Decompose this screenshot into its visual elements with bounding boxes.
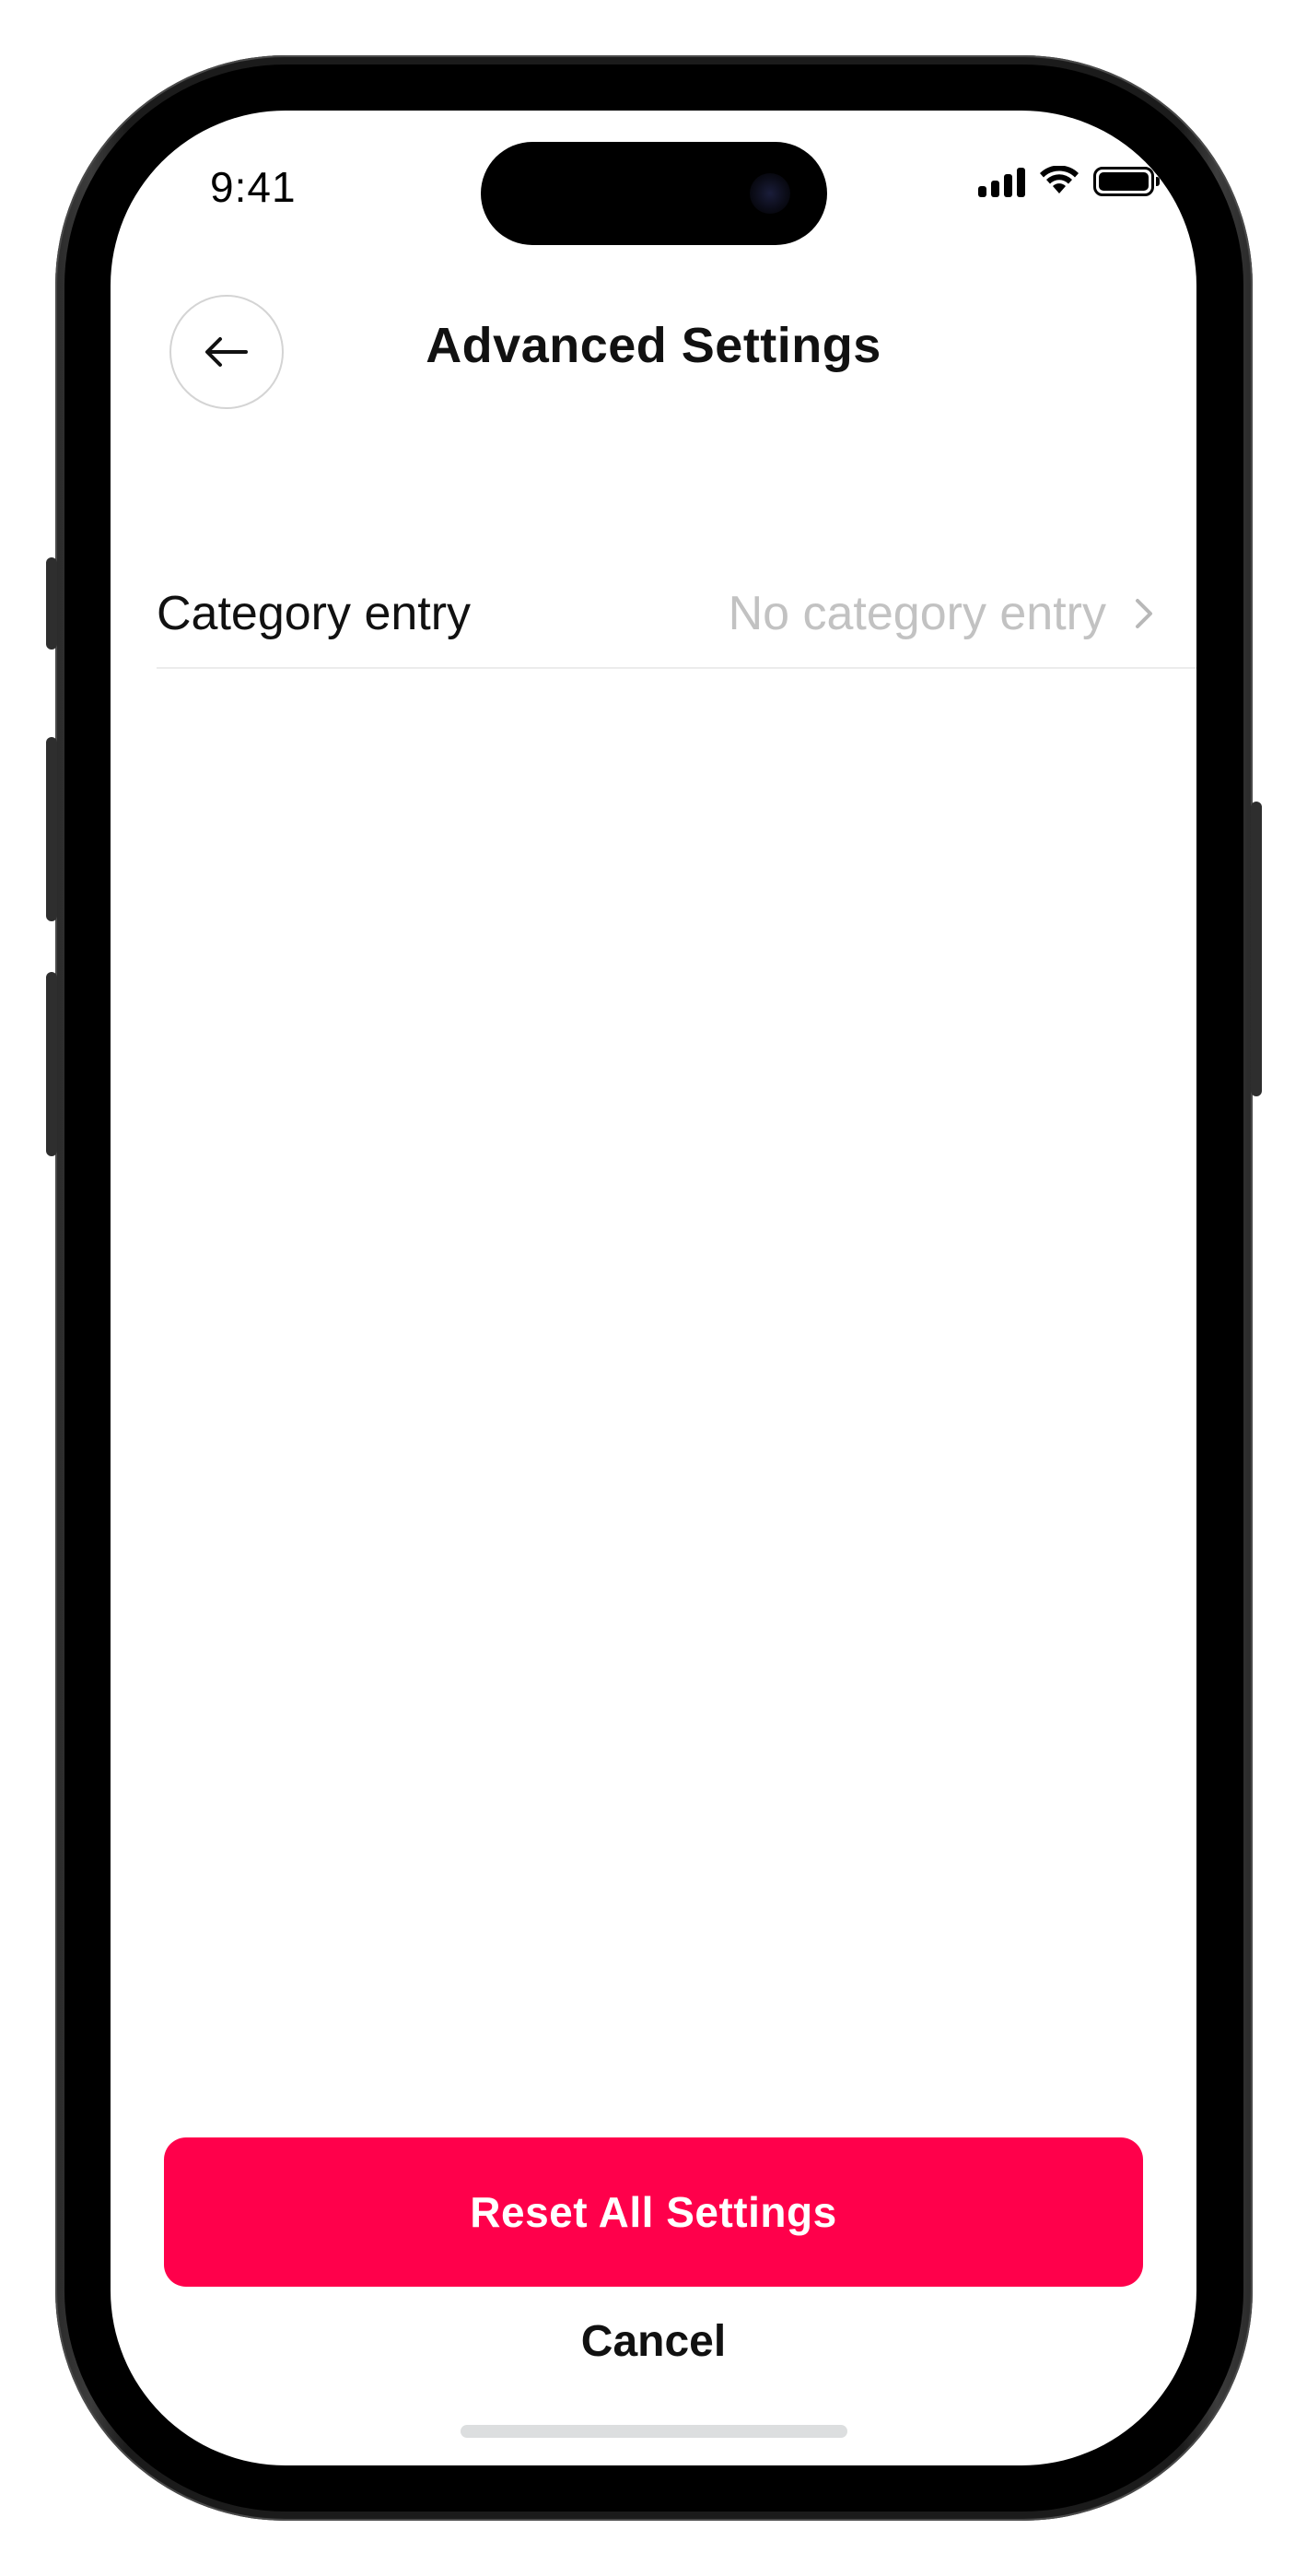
front-camera-icon	[750, 173, 790, 214]
dynamic-island	[481, 142, 827, 245]
settings-row-label: Category entry	[157, 587, 472, 640]
cancel-button[interactable]: Cancel	[111, 2316, 1196, 2367]
status-icons	[978, 158, 1160, 205]
volume-up-button	[46, 737, 57, 921]
power-button	[1251, 802, 1262, 1096]
battery-icon	[1093, 167, 1160, 196]
canvas: 9:41 Advanced Settings Category entry No…	[0, 0, 1307, 2576]
status-time: 9:41	[210, 163, 297, 211]
settings-row-value: No category entry	[728, 587, 1106, 640]
chevron-right-icon	[1134, 597, 1154, 630]
home-indicator[interactable]	[461, 2425, 847, 2438]
page-title: Advanced Settings	[426, 318, 881, 373]
settings-row-category-entry[interactable]: Category entry No category entry	[157, 560, 1196, 669]
reset-all-settings-button[interactable]: Reset All Settings	[164, 2137, 1143, 2287]
volume-down-button	[46, 972, 57, 1156]
cellular-signal-icon	[978, 166, 1025, 197]
screen: 9:41 Advanced Settings Category entry No…	[111, 111, 1196, 2465]
wifi-icon	[1040, 166, 1079, 193]
action-button	[46, 557, 57, 650]
